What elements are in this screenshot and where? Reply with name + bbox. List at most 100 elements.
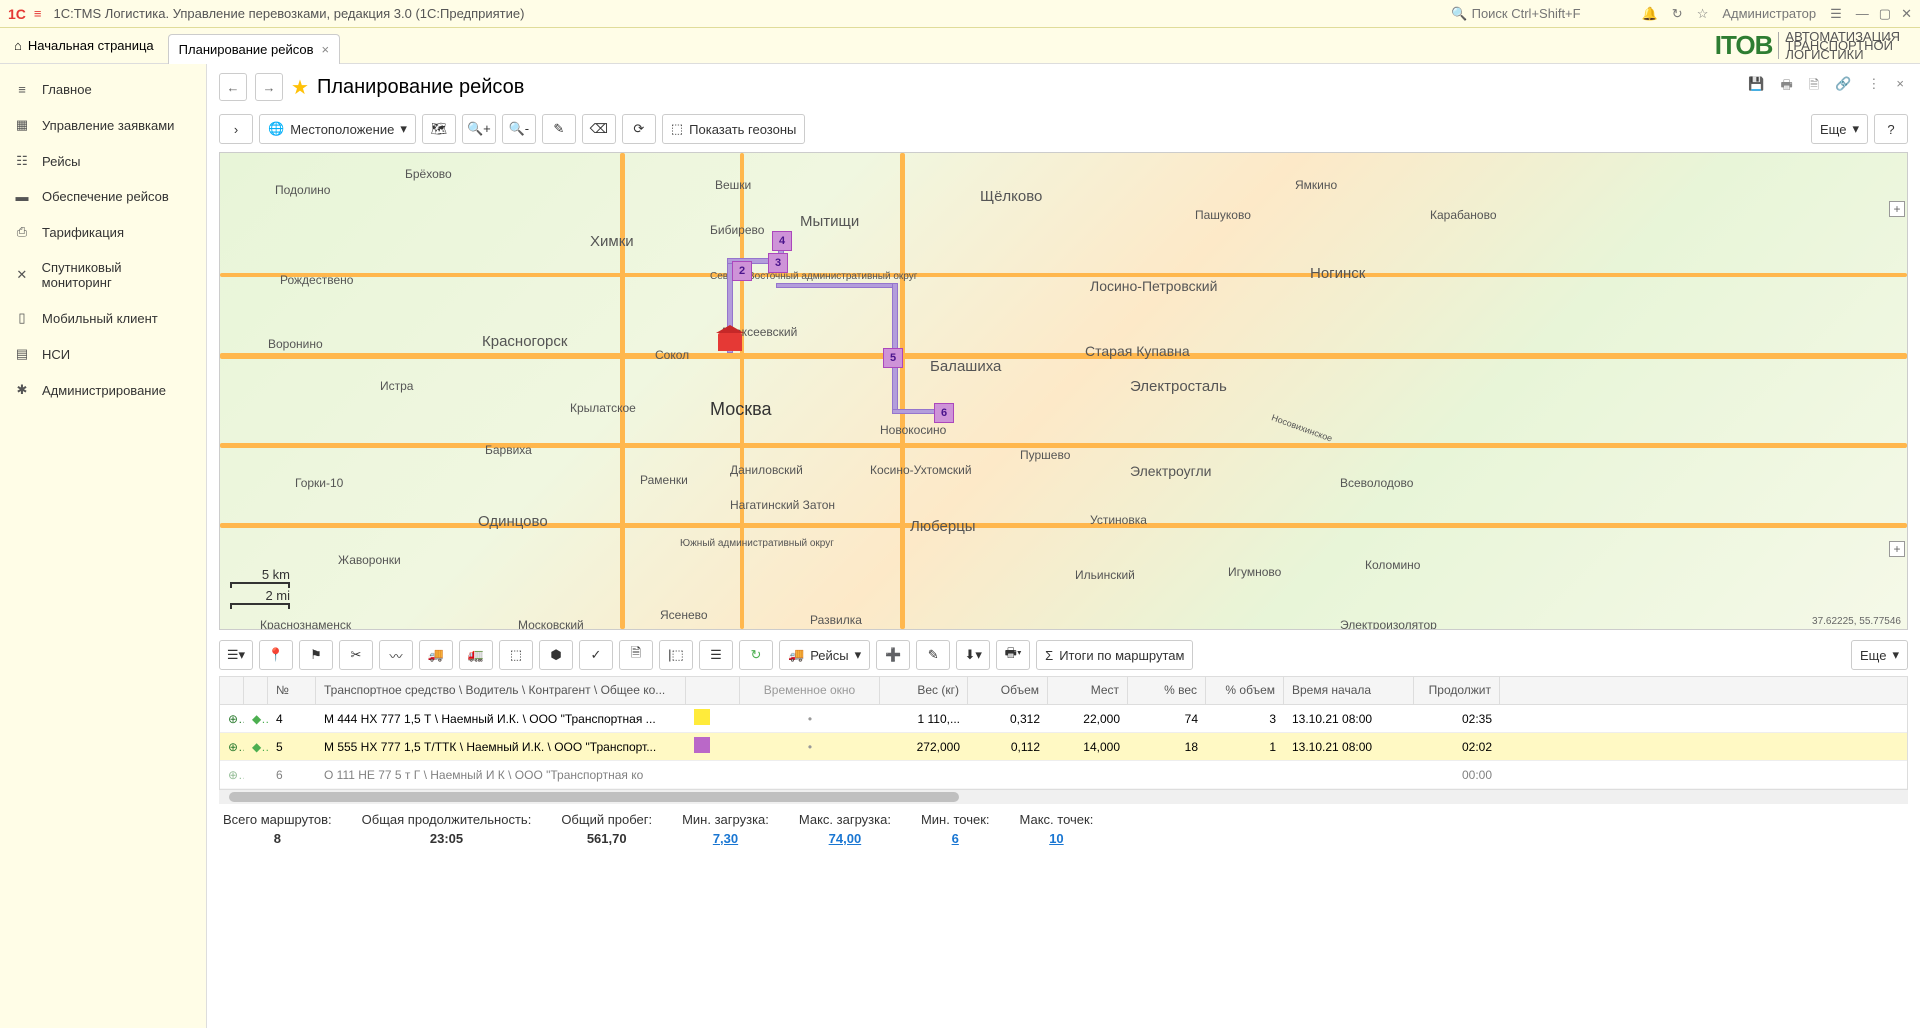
- close-icon[interactable]: ×: [1892, 72, 1908, 102]
- expand-icon[interactable]: ⊕: [220, 708, 244, 730]
- user-label[interactable]: Администратор: [1722, 6, 1816, 21]
- star-icon[interactable]: ☆: [1697, 6, 1709, 22]
- print-icon[interactable]: 🖶: [1776, 72, 1796, 102]
- search-input[interactable]: [1472, 6, 1622, 21]
- close-button[interactable]: ✕: [1901, 6, 1912, 22]
- tool-split-button[interactable]: ✂: [339, 640, 373, 670]
- tab-home[interactable]: ⌂ Начальная страница: [0, 28, 168, 63]
- map-add-button[interactable]: +: [1889, 201, 1905, 217]
- sigma-icon: Σ: [1045, 648, 1053, 663]
- depot-icon: [718, 333, 742, 351]
- expand-button[interactable]: ›: [219, 114, 253, 144]
- zoom-in-button[interactable]: 🔍+: [462, 114, 496, 144]
- map-add-button[interactable]: +: [1889, 541, 1905, 557]
- geozones-button[interactable]: ⬚Показать геозоны: [662, 114, 806, 144]
- bell-icon[interactable]: 🔔: [1642, 6, 1658, 22]
- tool-export-button[interactable]: ⬇▾: [956, 640, 990, 670]
- color-swatch: [694, 737, 710, 753]
- user-menu-icon[interactable]: ☰: [1830, 6, 1842, 22]
- help-button[interactable]: ?: [1874, 114, 1908, 144]
- route-marker[interactable]: 4: [772, 231, 792, 251]
- zoom-out-button[interactable]: 🔍-: [502, 114, 536, 144]
- nav-icon: ▤: [14, 346, 30, 362]
- geozone-icon: ⬚: [671, 121, 683, 137]
- expand-icon[interactable]: ⊕: [220, 764, 244, 786]
- grid-toolbar: ☰▾ 📍 ⚑ ✂ 〰 🚚 🚛 ⬚ ⬢ ✓ 🗎 |⬚ ☰ ↻ 🚚Рейсы▾ ➕ …: [207, 634, 1920, 676]
- summary-footer: Всего маршрутов:8 Общая продолжительност…: [207, 804, 1920, 854]
- table-row[interactable]: ⊕ ◆ 5 М 555 НХ 777 1,5 Т/ТТК \ Наемный И…: [220, 733, 1907, 761]
- nav-mobile[interactable]: ▯Мобильный клиент: [0, 300, 206, 336]
- dropdown-icon: ▾: [400, 121, 407, 137]
- tool-group-button[interactable]: ⬢: [539, 640, 573, 670]
- draw-button[interactable]: ✎: [542, 114, 576, 144]
- erase-button[interactable]: ⌫: [582, 114, 616, 144]
- table-row[interactable]: ⊕ 6 О 111 НЕ 77 5 т Г \ Наемный И К \ ОО…: [220, 761, 1907, 789]
- route-marker[interactable]: 2: [732, 261, 752, 281]
- route-marker[interactable]: 5: [883, 348, 903, 368]
- tool-add-button[interactable]: ➕: [876, 640, 910, 670]
- document-icon[interactable]: 🗎: [1805, 72, 1823, 102]
- nav-tariff[interactable]: ⎙Тарификация: [0, 214, 206, 250]
- tool-doc-button[interactable]: 🗎: [619, 640, 653, 670]
- horizontal-scrollbar[interactable]: [219, 790, 1908, 804]
- global-search[interactable]: 🔍: [1451, 6, 1621, 22]
- logo-1c: 1C: [8, 6, 26, 22]
- refresh-map-button[interactable]: ⟳: [622, 114, 656, 144]
- tool-list-button[interactable]: ☰▾: [219, 640, 253, 670]
- more-button[interactable]: Еще▾: [1851, 640, 1908, 670]
- map-scale: 5 km 2 mi: [230, 567, 290, 609]
- nav-routes[interactable]: ☷Рейсы: [0, 143, 206, 179]
- main: ≡Главное ▦Управление заявками ☷Рейсы ▬Об…: [0, 64, 1920, 1028]
- nav-requests[interactable]: ▦Управление заявками: [0, 107, 206, 143]
- totals-button[interactable]: ΣИтоги по маршрутам: [1036, 640, 1193, 670]
- route-marker[interactable]: 3: [768, 253, 788, 273]
- status-icon: ◆: [244, 708, 268, 730]
- hamburger-icon[interactable]: ≡: [34, 6, 42, 21]
- nav-back-button[interactable]: ←: [219, 73, 247, 101]
- map[interactable]: Москва Подолино Брёхово Рождествено Воро…: [219, 152, 1908, 630]
- tool-truck1-button[interactable]: 🚚: [419, 640, 453, 670]
- tool-check-button[interactable]: ✓: [579, 640, 613, 670]
- tool-print-button[interactable]: 🖶▾: [996, 640, 1030, 670]
- content: ← → ★ Планирование рейсов 💾 🖶 🗎 🔗 ⋮ × › …: [207, 64, 1920, 1028]
- more-button[interactable]: Еще▾: [1811, 114, 1868, 144]
- tool-edit-button[interactable]: ✎: [916, 640, 950, 670]
- routes-dropdown[interactable]: 🚚Рейсы▾: [779, 640, 870, 670]
- nav-forward-button[interactable]: →: [255, 73, 283, 101]
- table-header: № Транспортное средство \ Водитель \ Кон…: [220, 677, 1907, 705]
- tool-align-button[interactable]: |⬚: [659, 640, 693, 670]
- tool-pin-button[interactable]: 📍: [259, 640, 293, 670]
- nav-monitoring[interactable]: ✕Спутниковый мониторинг: [0, 250, 206, 300]
- nav-main[interactable]: ≡Главное: [0, 72, 206, 107]
- expand-icon[interactable]: ⊕: [220, 736, 244, 758]
- favorite-icon[interactable]: ★: [291, 75, 309, 100]
- app-title: 1C:TMS Логистика. Управление перевозками…: [54, 6, 525, 21]
- table-row[interactable]: ⊕ ◆ 4 М 444 НХ 777 1,5 Т \ Наемный И.К. …: [220, 705, 1907, 733]
- route-marker[interactable]: 6: [934, 403, 954, 423]
- nav-supply[interactable]: ▬Обеспечение рейсов: [0, 179, 206, 214]
- save-icon[interactable]: 💾: [1744, 72, 1768, 102]
- tab-planning[interactable]: Планирование рейсов ×: [168, 34, 340, 64]
- location-button[interactable]: 🌐Местоположение▾: [259, 114, 416, 144]
- tool-wave-button[interactable]: 〰: [379, 640, 413, 670]
- map-layers-button[interactable]: 🗺: [422, 114, 456, 144]
- tool-select-button[interactable]: ⬚: [499, 640, 533, 670]
- more-icon[interactable]: ⋮: [1863, 72, 1884, 102]
- nav-admin[interactable]: ✱Администрирование: [0, 372, 206, 408]
- maximize-button[interactable]: ▢: [1879, 6, 1891, 22]
- tool-truck2-button[interactable]: 🚛: [459, 640, 493, 670]
- tab-home-label: Начальная страница: [28, 38, 154, 53]
- scroll-thumb[interactable]: [229, 792, 959, 802]
- tab-close-icon[interactable]: ×: [322, 42, 330, 57]
- dropdown-icon: ▾: [1892, 647, 1899, 663]
- link-icon[interactable]: 🔗: [1831, 72, 1855, 102]
- minimize-button[interactable]: —: [1856, 6, 1869, 22]
- history-icon[interactable]: ↻: [1672, 6, 1683, 22]
- tool-menu-button[interactable]: ☰: [699, 640, 733, 670]
- tool-refresh-button[interactable]: ↻: [739, 640, 773, 670]
- tool-flag-button[interactable]: ⚑: [299, 640, 333, 670]
- nav-nsi[interactable]: ▤НСИ: [0, 336, 206, 372]
- tab-bar: ⌂ Начальная страница Планирование рейсов…: [0, 28, 1920, 64]
- nav-icon: ▬: [14, 189, 30, 204]
- brand-sub: АВТОМАТИЗАЦИЯ ТРАНСПОРТНОЙ ЛОГИСТИКИ: [1778, 32, 1900, 59]
